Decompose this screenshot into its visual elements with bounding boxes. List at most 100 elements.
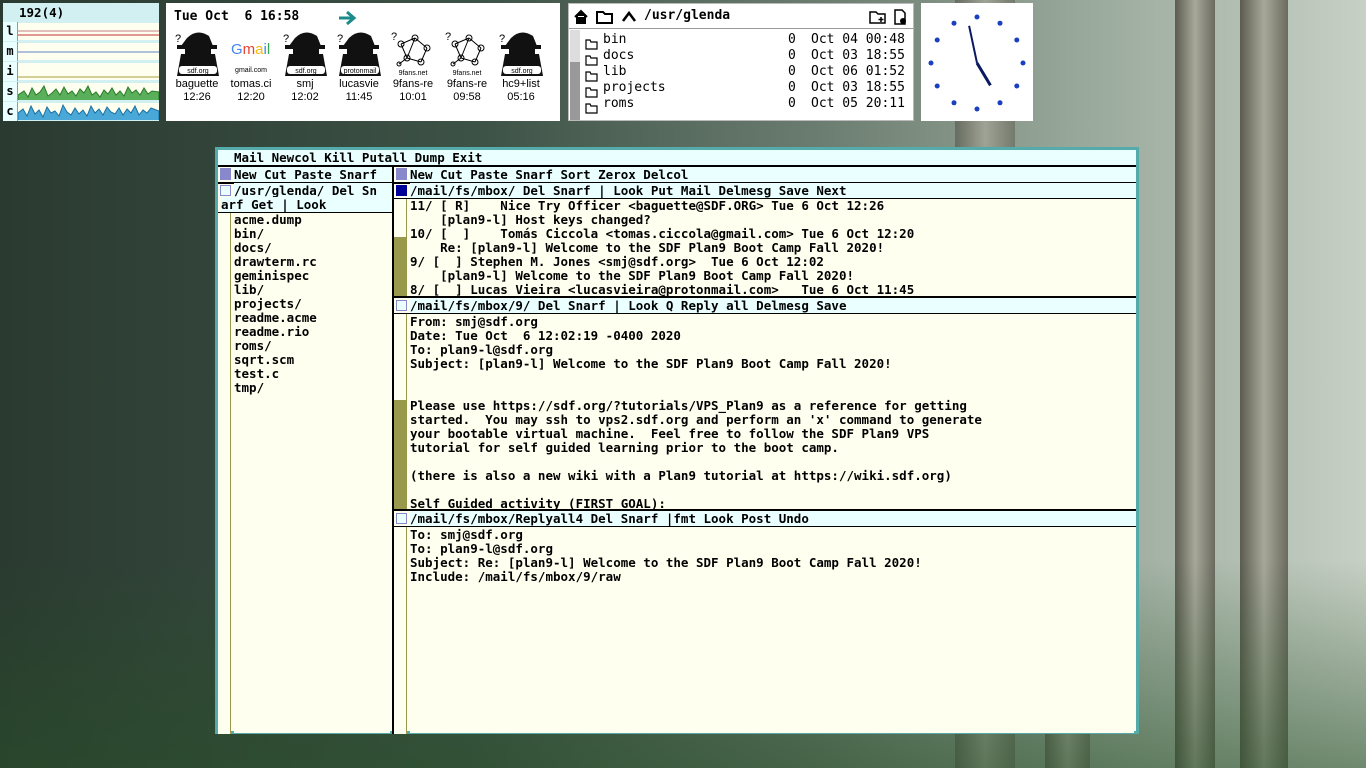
window-box[interactable]: [220, 185, 231, 196]
dir-entry[interactable]: acme.dump: [234, 213, 390, 227]
file-name[interactable]: roms: [603, 96, 634, 112]
face-name: baguette: [175, 78, 219, 90]
folder-open-icon[interactable]: [596, 9, 614, 25]
text-line: [410, 483, 1134, 497]
stats-header: 192(4): [19, 5, 65, 20]
file-size: 0: [788, 80, 796, 95]
spy-face-icon: ? sdf.org: [497, 28, 545, 78]
dir-tag-line2[interactable]: arf Get | Look: [221, 197, 392, 212]
clock-tick: [1020, 60, 1026, 66]
folder-icon: [585, 99, 598, 118]
stat-label: i: [3, 62, 18, 81]
dir-entry[interactable]: tmp/: [234, 381, 390, 395]
face-item[interactable]: ? sdf.org baguette 12:26: [170, 28, 224, 104]
col1-tag[interactable]: New Cut Paste Snarf: [234, 167, 392, 182]
acme-window: Mail Newcol Kill Putall Dump Exit New Cu…: [215, 147, 1139, 734]
dir-tag-line1[interactable]: /usr/glenda/ Del Sn: [234, 183, 392, 198]
clock-panel: [921, 3, 1033, 121]
text-line: 8/ [ ] Lucas Vieira <lucasvieira@protonm…: [410, 282, 915, 297]
dir-entry[interactable]: lib/: [234, 283, 390, 297]
text-line: To: plan9-l@sdf.org: [410, 541, 553, 556]
dir-entry[interactable]: roms/: [234, 339, 390, 353]
home-icon[interactable]: [573, 9, 589, 25]
file-name[interactable]: projects: [603, 80, 666, 96]
face-item[interactable]: ? protonmail lucasvie 11:45: [332, 28, 386, 104]
stat-label: c: [3, 102, 18, 121]
msg-tag[interactable]: /mail/fs/mbox/9/ Del Snarf | Look Q Repl…: [410, 298, 1136, 313]
dir-entry[interactable]: projects/: [234, 297, 390, 311]
network-graph-icon: ? 9fans.net: [389, 28, 437, 78]
face-time: 05:16: [507, 91, 535, 103]
column-handle[interactable]: [220, 168, 231, 180]
msg-scrollbar[interactable]: [394, 314, 407, 509]
dir-entry[interactable]: readme.rio: [234, 325, 390, 339]
file-browser: /usr/glenda bin 0 Oct 04 00:48 docs 0 Oct 03 …: [568, 3, 915, 121]
reply-tag[interactable]: /mail/fs/mbox/Replyall4 Del Snarf |fmt L…: [410, 511, 1136, 526]
message-body[interactable]: From: smj@sdf.org Date: Tue Oct 6 12:02:1…: [410, 315, 1134, 509]
file-name[interactable]: lib: [603, 64, 626, 80]
reply-scrollbar[interactable]: [394, 527, 407, 734]
stat-memory: m: [3, 42, 159, 61]
face-item[interactable]: ? 9fans.net 9fans-re 09:58: [440, 28, 494, 104]
reply-body[interactable]: To: smj@sdf.org To: plan9-l@sdf.org Subjec…: [410, 528, 1134, 733]
face-name: hc9+list: [502, 78, 540, 90]
face-item[interactable]: Gmail gmail.com tomas.ci 12:20: [224, 28, 278, 104]
arrow-right-icon[interactable]: [338, 10, 360, 26]
face-time: 12:20: [237, 91, 265, 103]
svg-text:Gmail: Gmail: [231, 41, 270, 58]
face-name: lucasvie: [339, 78, 379, 90]
mbox-tag[interactable]: /mail/fs/mbox/ Del Snarf | Look Put Mail…: [410, 183, 1136, 198]
face-time: 11:45: [345, 91, 373, 103]
stat-label: s: [3, 82, 18, 101]
text-line: 10/ [ ] Tomás Ciccola <tomas.ciccola@gma…: [410, 226, 915, 241]
file-date: Oct 04 00:48: [811, 32, 905, 47]
dir-entry[interactable]: geminispec: [234, 269, 390, 283]
file-size: 0: [788, 32, 796, 47]
window-box[interactable]: [396, 185, 407, 196]
dir-scrollbar[interactable]: [218, 213, 231, 734]
stat-label: l: [3, 22, 18, 41]
svg-text:?: ?: [499, 33, 505, 45]
new-folder-icon[interactable]: [869, 9, 887, 25]
face-time: 12:02: [291, 91, 319, 103]
dir-entry[interactable]: readme.acme: [234, 311, 390, 325]
dir-entry[interactable]: sqrt.scm: [234, 353, 390, 367]
face-item[interactable]: ? 9fans.net 9fans-re 10:01: [386, 28, 440, 104]
face-name: smj: [296, 78, 314, 90]
svg-text:gmail.com: gmail.com: [235, 67, 267, 74]
dir-entry[interactable]: bin/: [234, 227, 390, 241]
new-file-icon[interactable]: [892, 9, 908, 25]
mbox-listing[interactable]: 11/ [ R] Nice Try Officer <baguette@SDF.…: [410, 199, 1134, 296]
face-item[interactable]: ? sdf.org hc9+list 05:16: [494, 28, 548, 104]
text-line: your bootable virtual machine. Feel free…: [410, 426, 930, 441]
path-label: /usr/glenda: [644, 8, 731, 23]
text-line: To: smj@sdf.org: [410, 527, 523, 542]
svg-text:sdf.org: sdf.org: [295, 68, 317, 75]
acme-main-tag[interactable]: Mail Newcol Kill Putall Dump Exit: [218, 150, 1136, 165]
file-name[interactable]: docs: [603, 48, 634, 64]
window-box[interactable]: [396, 300, 407, 311]
face-item[interactable]: ? sdf.org smj 12:02: [278, 28, 332, 104]
face-name: tomas.ci: [230, 78, 272, 90]
mbox-scrollbar[interactable]: [394, 199, 407, 296]
stat-load: l: [3, 22, 159, 41]
face-time: 12:26: [183, 91, 211, 103]
text-line: 11/ [ R] Nice Try Officer <baguette@SDF.…: [410, 199, 885, 213]
svg-text:9fans.net: 9fans.net: [399, 70, 428, 77]
clock-tick: [1014, 37, 1020, 43]
dir-entry[interactable]: test.c: [234, 367, 390, 381]
faces-panel: Tue Oct 6 16:58 ? sdf.org baguette 12:26 Gma…: [166, 3, 560, 121]
col2-tag[interactable]: New Cut Paste Snarf Sort Zerox Delcol: [410, 167, 1136, 182]
dir-entry[interactable]: docs/: [234, 241, 390, 255]
chevron-up-icon[interactable]: [621, 9, 637, 25]
file-name[interactable]: bin: [603, 32, 626, 48]
stat-interrupts: i: [3, 62, 159, 81]
window-box[interactable]: [396, 513, 407, 524]
dir-entry[interactable]: drawterm.rc: [234, 255, 390, 269]
column-handle[interactable]: [396, 168, 407, 180]
file-date: Oct 03 18:55: [811, 80, 905, 95]
text-line: tutorial for self guided learning prior …: [410, 440, 839, 455]
clock-tick: [951, 20, 957, 26]
stats-panel: 192(4) l m i s c: [3, 3, 160, 121]
dir-listing[interactable]: acme.dump bin/docs/drawterm.rc geminispec l…: [234, 213, 390, 733]
